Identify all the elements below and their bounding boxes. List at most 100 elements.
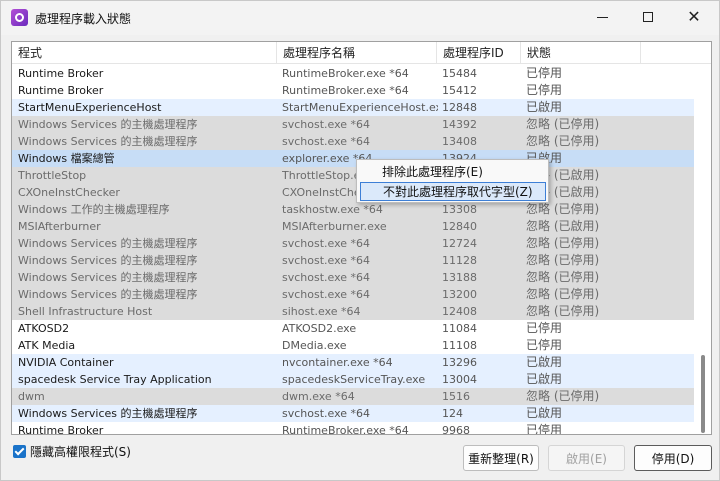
row-program-name: CXOneInstChecker <box>18 186 120 199</box>
context-menu: 排除此處理程序(E) 不對此處理程序取代字型(Z) <box>356 159 549 203</box>
minimize-icon <box>596 16 608 18</box>
row-process-file: MSIAfterburner.exe <box>282 220 387 233</box>
table-row[interactable]: CXOneInstChecker CXOneInstChecker 忽略 (已啟用) <box>12 184 694 201</box>
scrollbar-thumb[interactable] <box>701 355 705 433</box>
table-row[interactable]: Windows Services 的主機處理程序 svchost.exe *64 1… <box>12 235 694 252</box>
row-program-name: dwm <box>18 390 45 403</box>
table-row[interactable]: Windows Services 的主機處理程序 svchost.exe *64 1… <box>12 405 694 422</box>
row-process-file: RuntimeBroker.exe *64 <box>282 84 409 97</box>
hide-elevated-checkbox-label[interactable]: 隱藏高權限程式(S) <box>30 443 131 460</box>
close-button[interactable]: ✕ <box>671 1 717 33</box>
row-process-id: 9968 <box>442 424 470 435</box>
context-menu-no-font-replace[interactable]: 不對此處理程序取代字型(Z) <box>360 182 546 201</box>
row-process-file: svchost.exe *64 <box>282 135 371 148</box>
maximize-button[interactable] <box>625 1 671 33</box>
table-row[interactable]: Windows Services 的主機處理程序 svchost.exe *64 1… <box>12 252 694 269</box>
table-row[interactable]: ThrottleStop ThrottleStop.exe 忽略 (已啟用) <box>12 167 694 184</box>
row-process-file: svchost.exe *64 <box>282 271 371 284</box>
row-process-id: 13308 <box>442 203 477 216</box>
row-status: 已停用 <box>526 338 563 352</box>
table-row[interactable]: Runtime Broker RuntimeBroker.exe *64 15412… <box>12 82 694 99</box>
window-title: 處理程序載入狀態 <box>35 12 132 26</box>
row-program-name: ATK Media <box>18 339 76 352</box>
close-icon: ✕ <box>687 7 701 26</box>
row-program-name: Windows Services 的主機處理程序 <box>18 254 198 267</box>
row-process-file: sihost.exe *64 <box>282 305 361 318</box>
title-bar: 處理程序載入狀態 ✕ <box>1 1 719 35</box>
row-program-name: ThrottleStop <box>18 169 87 182</box>
row-program-name: Windows 檔案總管 <box>18 152 115 165</box>
row-status: 忽略 (已停用) <box>526 236 600 250</box>
row-status: 已停用 <box>526 423 563 435</box>
row-program-name: Runtime Broker <box>18 84 104 97</box>
table-row[interactable]: Shell Infrastructure Host sihost.exe *64 1… <box>12 303 694 320</box>
row-process-id: 12848 <box>442 101 477 114</box>
column-header-process-id[interactable]: 處理程序ID <box>437 42 521 64</box>
row-process-id: 11108 <box>442 339 477 352</box>
row-process-file: svchost.exe *64 <box>282 407 371 420</box>
app-icon <box>11 9 28 26</box>
row-status: 忽略 (已停用) <box>526 134 600 148</box>
row-process-id: 12840 <box>442 220 477 233</box>
table-row[interactable]: MSIAfterburner MSIAfterburner.exe 12840 忽略 … <box>12 218 694 235</box>
row-program-name: Windows Services 的主機處理程序 <box>18 271 198 284</box>
minimize-button[interactable] <box>579 1 625 33</box>
table-row[interactable]: dwm dwm.exe *64 1516 忽略 (已停用) <box>12 388 694 405</box>
row-status: 已停用 <box>526 83 563 97</box>
row-status: 已停用 <box>526 321 563 335</box>
row-process-id: 13188 <box>442 271 477 284</box>
row-process-id: 15484 <box>442 67 477 80</box>
process-load-status-window: 處理程序載入狀態 ✕ 程式 處理程序名稱 處理程序ID 狀態 Runtime B… <box>0 0 720 481</box>
hide-elevated-checkbox-group[interactable]: 隱藏高權限程式(S) <box>13 443 131 459</box>
row-process-file: svchost.exe *64 <box>282 288 371 301</box>
table-row[interactable]: ATKOSD2 ATKOSD2.exe 11084 已停用 <box>12 320 694 337</box>
row-program-name: StartMenuExperienceHost <box>18 101 162 114</box>
table-row[interactable]: Windows Services 的主機處理程序 svchost.exe *64 1… <box>12 269 694 286</box>
row-process-id: 12408 <box>442 305 477 318</box>
enable-button[interactable]: 啟用(E) <box>548 445 625 471</box>
row-status: 忽略 (已停用) <box>526 304 600 318</box>
row-status: 忽略 (已停用) <box>526 202 600 216</box>
row-process-file: svchost.exe *64 <box>282 237 371 250</box>
hide-elevated-checkbox[interactable] <box>13 444 26 458</box>
row-process-id: 13408 <box>442 135 477 148</box>
table-row[interactable]: StartMenuExperienceHost StartMenuExperien… <box>12 99 694 116</box>
table-row[interactable]: spacedesk Service Tray Application spaced… <box>12 371 694 388</box>
row-program-name: Windows Services 的主機處理程序 <box>18 407 198 420</box>
disable-button[interactable]: 停用(D) <box>634 445 712 471</box>
row-status: 已啟用 <box>526 100 563 114</box>
list-header: 程式 處理程序名稱 處理程序ID 狀態 <box>12 42 711 64</box>
row-status: 忽略 (已停用) <box>526 253 600 267</box>
table-row[interactable]: Windows 工作的主機處理程序 taskhostw.exe *64 13308 忽… <box>12 201 694 218</box>
column-header-status[interactable]: 狀態 <box>521 42 641 64</box>
table-row[interactable]: Windows Services 的主機處理程序 svchost.exe *64 1… <box>12 133 694 150</box>
table-row[interactable]: Windows Services 的主機處理程序 svchost.exe *64 1… <box>12 286 694 303</box>
table-row[interactable]: Windows Services 的主機處理程序 svchost.exe *64 1… <box>12 116 694 133</box>
row-process-id: 11128 <box>442 254 477 267</box>
process-list[interactable]: 程式 處理程序名稱 處理程序ID 狀態 Runtime Broker Runtim… <box>11 41 712 435</box>
row-program-name: spacedesk Service Tray Application <box>18 373 212 386</box>
row-process-file: StartMenuExperienceHost.exe... <box>282 101 438 114</box>
row-process-file: svchost.exe *64 <box>282 254 371 267</box>
vertical-scrollbar[interactable] <box>695 65 711 434</box>
column-header-program[interactable]: 程式 <box>12 42 277 64</box>
context-menu-exclude-process[interactable]: 排除此處理程序(E) <box>360 163 546 182</box>
table-row[interactable]: Runtime Broker RuntimeBroker.exe *64 15484… <box>12 65 694 82</box>
row-process-file: RuntimeBroker.exe *64 <box>282 424 409 435</box>
row-program-name: Windows Services 的主機處理程序 <box>18 118 198 131</box>
row-process-file: dwm.exe *64 <box>282 390 355 403</box>
row-process-file: RuntimeBroker.exe *64 <box>282 67 409 80</box>
refresh-button[interactable]: 重新整理(R) <box>463 445 539 471</box>
row-process-id: 12724 <box>442 237 477 250</box>
row-program-name: Runtime Broker <box>18 424 104 435</box>
column-header-process-name[interactable]: 處理程序名稱 <box>277 42 437 64</box>
table-row[interactable]: NVIDIA Container nvcontainer.exe *64 13296… <box>12 354 694 371</box>
row-process-id: 15412 <box>442 84 477 97</box>
table-row[interactable]: ATK Media DMedia.exe 11108 已停用 <box>12 337 694 354</box>
table-row[interactable]: Runtime Broker RuntimeBroker.exe *64 9968 已… <box>12 422 694 435</box>
row-program-name: Windows 工作的主機處理程序 <box>18 203 170 216</box>
table-row[interactable]: Windows 檔案總管explorer.exe *6413924已啟用 <box>12 150 694 167</box>
row-process-file: nvcontainer.exe *64 <box>282 356 393 369</box>
row-process-file: ATKOSD2.exe <box>282 322 357 335</box>
row-process-id: 124 <box>442 407 463 420</box>
